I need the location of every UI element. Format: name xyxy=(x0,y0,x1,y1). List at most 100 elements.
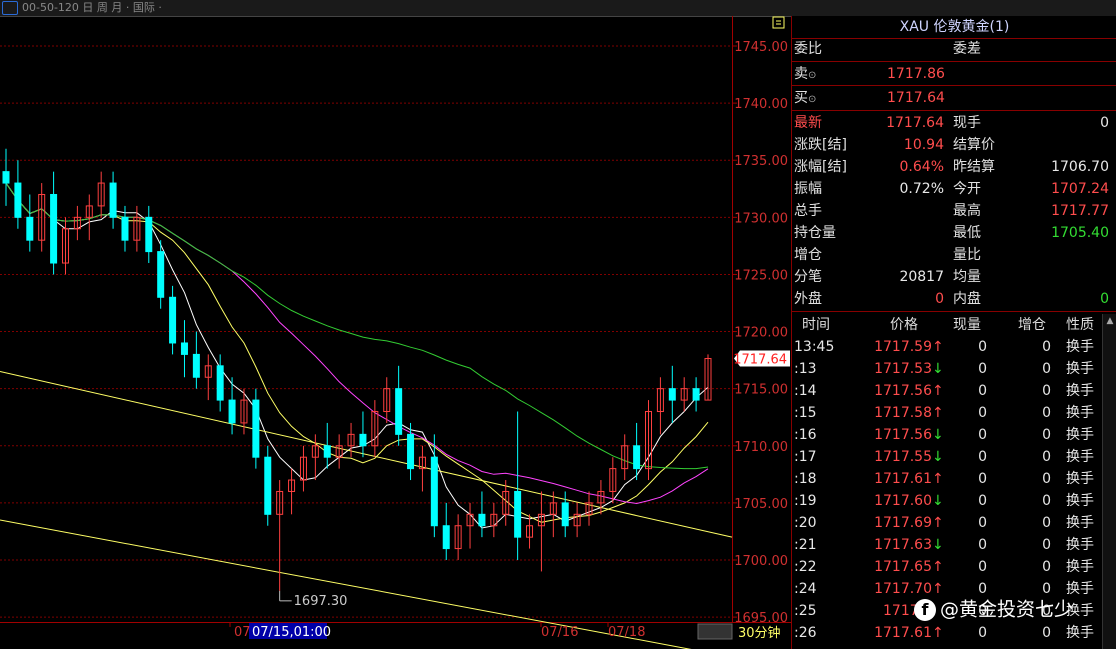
price-axis-label: 1705.00 xyxy=(734,497,788,512)
ma-line-40 xyxy=(5,182,709,470)
date-label: 07/18 xyxy=(608,625,645,640)
quote-addpos-label: 增仓 xyxy=(794,247,822,263)
candle-down xyxy=(442,525,450,550)
tick-volume: 0 xyxy=(978,515,987,531)
tick-row: :14 1717.56 ↑ 0 0 换手 xyxy=(792,380,1116,402)
tick-volume: 0 xyxy=(978,449,987,465)
candle-down xyxy=(514,490,522,538)
tick-type: 换手 xyxy=(1066,383,1094,399)
tick-list-scrollbar[interactable]: ▲ xyxy=(1102,314,1116,649)
tick-addpos: 0 xyxy=(1042,537,1051,553)
tick-row: :22 1717.65 ↑ 0 0 换手 xyxy=(792,556,1116,578)
candle-down xyxy=(228,399,236,424)
tick-row: :16 1717.56 ↓ 0 0 换手 xyxy=(792,424,1116,446)
tick-row: :21 1717.63 ↓ 0 0 换手 xyxy=(792,534,1116,556)
candle-down xyxy=(192,353,200,378)
tick-type: 换手 xyxy=(1066,537,1094,553)
candle-down xyxy=(157,251,165,298)
quote-low: 1705.40 xyxy=(1051,225,1109,241)
tick-volume: 0 xyxy=(978,427,987,443)
toolbar-info: 00-50-120 日 周 月 · 国际 · xyxy=(22,1,162,14)
tick-addpos: 0 xyxy=(1042,339,1051,355)
period-selector-pill[interactable] xyxy=(2,1,18,15)
tick-type: 换手 xyxy=(1066,625,1094,641)
tick-time: :16 xyxy=(794,427,817,443)
tick-row: :15 1717.58 ↑ 0 0 换手 xyxy=(792,402,1116,424)
tick-row: :19 1717.60 ↓ 0 0 换手 xyxy=(792,490,1116,512)
current-price-text: 1717.64 xyxy=(733,353,787,368)
quote-pct: 0.64% xyxy=(899,159,944,175)
price-axis-label: 1740.00 xyxy=(734,97,788,112)
candle-down xyxy=(216,365,224,401)
watermark-text: @黄金投资七少 xyxy=(940,598,1074,621)
tick-type: 换手 xyxy=(1066,361,1094,377)
tick-volume: 0 xyxy=(978,405,987,421)
tick-arrow: ↑ xyxy=(932,559,944,575)
quote-fenbi-label: 分笔 xyxy=(794,269,822,285)
tick-time: :14 xyxy=(794,383,817,399)
quote-outer-label: 外盘 xyxy=(794,291,822,307)
price-axis-label: 1715.00 xyxy=(734,383,788,398)
tick-arrow: ↓ xyxy=(932,537,944,553)
quote-inner-label: 内盘 xyxy=(953,291,981,307)
candle-down xyxy=(121,216,129,241)
candle-down xyxy=(264,456,272,515)
quote-pct-label: 涨幅[结] xyxy=(794,159,847,175)
tick-arrow: ↓ xyxy=(932,427,944,443)
quote-latest-label: 最新 xyxy=(794,115,822,131)
chart-option-icon xyxy=(772,16,785,29)
facebook-icon: f xyxy=(914,598,936,621)
tick-header-volume: 现量 xyxy=(953,317,981,333)
tick-time: :24 xyxy=(794,581,817,597)
tick-volume: 0 xyxy=(978,471,987,487)
tick-header-time: 时间 xyxy=(802,317,830,333)
tick-volume: 0 xyxy=(978,493,987,509)
tick-row: :13 1717.53 ↓ 0 0 换手 xyxy=(792,358,1116,380)
weibi-label: 委比 xyxy=(794,41,822,57)
tick-arrow: ↑ xyxy=(932,383,944,399)
tick-type: 换手 xyxy=(1066,471,1094,487)
candle-down xyxy=(395,388,403,435)
price-axis-label: 1730.00 xyxy=(734,211,788,226)
quote-change-label: 涨跌[结] xyxy=(794,137,847,153)
tick-row: :26 1717.61 ↑ 0 0 换手 xyxy=(792,622,1116,644)
candle-down xyxy=(2,171,10,184)
tick-time: :26 xyxy=(794,625,817,641)
buy-price: 1717.64 xyxy=(887,90,945,106)
quote-outer: 0 xyxy=(935,291,944,307)
tick-type: 换手 xyxy=(1066,559,1094,575)
candle-down xyxy=(692,388,700,401)
quote-latest: 1717.64 xyxy=(886,115,944,131)
tick-addpos: 0 xyxy=(1042,361,1051,377)
tick-type: 换手 xyxy=(1066,515,1094,531)
date-label: 07/16 xyxy=(541,625,578,640)
tick-arrow: ↑ xyxy=(932,339,944,355)
quote-high: 1717.77 xyxy=(1051,203,1109,219)
sell-label: 卖⊙ xyxy=(794,66,817,82)
weicha-label: 委差 xyxy=(953,41,981,57)
tick-time: :22 xyxy=(794,559,817,575)
tick-price: 1717.53 xyxy=(874,361,932,377)
top-toolbar: 00-50-120 日 周 月 · 国际 · xyxy=(0,0,1116,17)
quote-vol-label: 总手 xyxy=(794,203,822,219)
candle-down xyxy=(561,502,569,527)
panel-title: XAU 伦敦黄金(1) xyxy=(792,16,1116,39)
tick-addpos: 0 xyxy=(1042,427,1051,443)
scroll-up-icon[interactable]: ▲ xyxy=(1103,314,1116,328)
tick-price: 1717.61 xyxy=(874,471,932,487)
tick-price: 1717.69 xyxy=(874,515,932,531)
kline-chart[interactable]: 1745.00 1740.00 1735.00 1730.00 1725.00 1720.… xyxy=(0,16,791,649)
tick-type: 换手 xyxy=(1066,405,1094,421)
candle-down xyxy=(407,433,415,470)
price-axis-label: 1710.00 xyxy=(734,440,788,455)
tick-price: 1717.55 xyxy=(874,449,932,465)
quote-prev-settle: 1706.70 xyxy=(1051,159,1109,175)
quote-low-label: 最低 xyxy=(953,225,981,241)
quote-fenbi: 20817 xyxy=(899,269,944,285)
tick-addpos: 0 xyxy=(1042,515,1051,531)
tick-time: 13:45 xyxy=(794,339,835,355)
tick-addpos: 0 xyxy=(1042,471,1051,487)
tick-price: 1717.58 xyxy=(874,405,932,421)
watermark: f @黄金投资七少 xyxy=(914,594,1073,624)
tick-addpos: 0 xyxy=(1042,383,1051,399)
